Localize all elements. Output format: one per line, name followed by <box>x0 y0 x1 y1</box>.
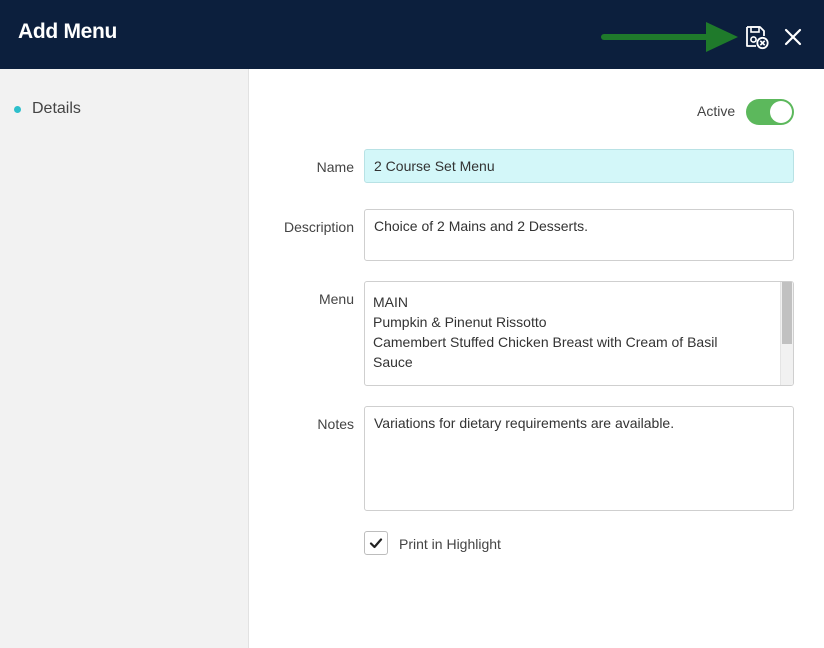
active-toggle[interactable] <box>746 99 794 125</box>
description-label: Description <box>283 219 354 235</box>
arrow-annotation-icon <box>601 22 738 52</box>
menu-text: MAIN Pumpkin & Pinenut Rissotto Camember… <box>373 292 777 372</box>
menu-scrollbar[interactable] <box>780 282 793 385</box>
header-bar: Add Menu <box>0 0 824 69</box>
print-in-highlight-checkbox[interactable] <box>364 531 388 555</box>
sidebar-item-label: Details <box>32 100 81 117</box>
print-in-highlight-label: Print in Highlight <box>399 536 501 552</box>
menu-line: Camembert Stuffed Chicken Breast with Cr… <box>373 334 718 350</box>
description-textarea[interactable]: Choice of 2 Mains and 2 Desserts. <box>364 209 794 261</box>
menu-line: Pumpkin & Pinenut Rissotto <box>373 314 547 330</box>
active-label: Active <box>697 103 736 119</box>
scrollbar-thumb[interactable] <box>782 282 792 344</box>
save-close-icon[interactable] <box>744 24 770 50</box>
notes-label: Notes <box>317 416 354 432</box>
close-icon[interactable] <box>783 27 803 47</box>
menu-label: Menu <box>318 291 354 307</box>
menu-textarea[interactable]: MAIN Pumpkin & Pinenut Rissotto Camember… <box>364 281 794 386</box>
name-label: Name <box>316 159 354 175</box>
checkmark-icon <box>369 538 383 549</box>
toggle-knob <box>770 101 792 123</box>
sidebar: Details <box>0 69 249 648</box>
page-title: Add Menu <box>18 20 118 43</box>
menu-line: Sauce <box>373 354 413 370</box>
bullet-dot-icon <box>14 106 21 113</box>
name-input[interactable] <box>364 149 794 183</box>
notes-textarea[interactable]: Variations for dietary requirements are … <box>364 406 794 511</box>
menu-line: MAIN <box>373 294 408 310</box>
